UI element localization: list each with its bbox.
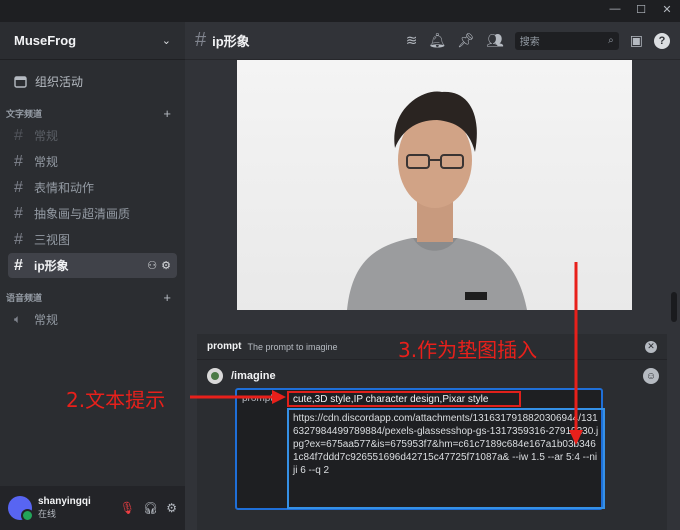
slash-command-panel: prompt The prompt to imagine ✕ /imagine … xyxy=(197,334,667,530)
channel-title: ip形象 xyxy=(212,34,250,49)
search-input[interactable]: 搜索 ⌕ xyxy=(514,31,619,50)
search-placeholder: 搜索 xyxy=(519,37,540,48)
user-panel: shanyingqi 在线 🎙︎ 🎧︎ ⚙ xyxy=(0,486,185,530)
channel-label: 常规 xyxy=(34,313,59,327)
channel-item[interactable]: # 常规 xyxy=(8,149,177,174)
category-label: 文字频道 xyxy=(6,108,43,119)
uploaded-photo[interactable] xyxy=(237,60,632,310)
mic-muted-icon[interactable]: 🎙︎ xyxy=(120,501,135,515)
maximize-button[interactable]: ☐ xyxy=(634,3,648,16)
headphones-icon[interactable]: 🎧︎ xyxy=(143,501,158,515)
events-label: 组织活动 xyxy=(35,74,84,89)
discord-window: — ☐ ✕ MuseFrog ⌄ 组织活动 文字频道 + # 常规 # 常规 # 表情… xyxy=(0,0,680,530)
channel-item[interactable]: # 三视图 xyxy=(8,227,177,252)
user-status: 在线 xyxy=(38,509,57,519)
hash-icon: # xyxy=(14,230,23,248)
minimize-button[interactable]: — xyxy=(608,3,622,16)
channel-label: 三视图 xyxy=(34,233,71,247)
category-label: 语音频道 xyxy=(6,292,43,303)
channel-label: ip形象 xyxy=(34,259,69,273)
hash-icon: # xyxy=(195,29,207,51)
channel-label: 抽象画与超清画质 xyxy=(34,207,131,221)
title-bar: — ☐ ✕ xyxy=(0,0,680,22)
calendar-icon xyxy=(14,75,27,88)
search-icon: ⌕ xyxy=(608,35,614,46)
close-icon[interactable]: ✕ xyxy=(645,340,657,353)
hash-icon: # xyxy=(14,256,23,274)
username: shanyingqi xyxy=(38,496,91,507)
inbox-icon[interactable]: ▣ xyxy=(630,32,643,49)
command-input[interactable]: prompt cute,3D style,IP character design… xyxy=(235,388,605,510)
close-button[interactable]: ✕ xyxy=(660,3,674,16)
voice-channel-category[interactable]: 语音频道 + xyxy=(0,288,185,306)
add-channel-icon[interactable]: + xyxy=(163,290,171,305)
channel-item[interactable]: # 表情和动作 xyxy=(8,175,177,200)
photo-illustration xyxy=(347,91,527,310)
channel-item[interactable]: # 抽象画与超清画质 xyxy=(8,201,177,226)
command-name: /imagine xyxy=(231,370,276,382)
emoji-icon[interactable]: ☺ xyxy=(643,368,659,384)
text-channel-category[interactable]: 文字频道 + xyxy=(0,104,185,122)
channel-label: 常规 xyxy=(34,129,59,143)
hash-icon: # xyxy=(14,152,23,170)
gear-icon[interactable]: ⚙ xyxy=(161,259,171,272)
text-hint-annotation: 2.文本提示 xyxy=(66,388,166,412)
threads-icon[interactable]: ≋ xyxy=(406,32,418,49)
option-description: The prompt to imagine xyxy=(247,341,338,352)
main-panel: # ip形象 ≋ 🔔︎ 📌︎ 👥︎ 搜索 ⌕ ▣ ? prompt The pr… xyxy=(185,22,680,530)
speaker-icon: 🔈︎ xyxy=(14,312,22,326)
channel-label: 表情和动作 xyxy=(34,181,95,195)
channel-sidebar: MuseFrog ⌄ 组织活动 文字频道 + # 常规 # 常规 # 表情和动作 # 抽… xyxy=(0,22,185,530)
hash-icon: # xyxy=(14,126,23,144)
image-hint-annotation: 3.作为垫图插入 xyxy=(398,338,538,362)
scrollbar[interactable] xyxy=(671,292,677,322)
chevron-down-icon[interactable]: ⌄ xyxy=(162,34,171,47)
hash-icon: # xyxy=(14,178,23,196)
help-icon[interactable]: ? xyxy=(654,32,670,49)
channel-label: 常规 xyxy=(34,155,59,169)
gear-icon[interactable]: ⚙ xyxy=(166,501,177,515)
channel-header: # ip形象 ≋ 🔔︎ 📌︎ 👥︎ 搜索 ⌕ ▣ ? xyxy=(185,22,680,60)
server-header[interactable]: MuseFrog ⌄ xyxy=(0,22,185,60)
bell-icon[interactable]: 🔔︎ xyxy=(428,32,446,49)
avatar[interactable] xyxy=(8,496,34,522)
add-channel-icon[interactable]: + xyxy=(163,106,171,121)
channel-item-active[interactable]: # ip形象 ⚇ ⚙ xyxy=(8,253,177,278)
voice-channel-item[interactable]: 🔈︎ 常规 xyxy=(8,307,177,332)
invite-icon[interactable]: ⚇ xyxy=(147,259,157,272)
image-prompt-value[interactable]: https://cdn.discordapp.com/attachments/1… xyxy=(287,408,605,509)
channel-item[interactable]: # 常规 xyxy=(8,123,177,148)
option-label: prompt xyxy=(242,393,274,404)
server-name: MuseFrog xyxy=(14,33,77,48)
option-name: prompt xyxy=(207,341,242,352)
text-prompt-value[interactable]: cute,3D style,IP character design,Pixar … xyxy=(287,391,521,407)
bot-avatar xyxy=(207,368,223,384)
members-icon[interactable]: 👥︎ xyxy=(486,32,504,49)
pin-icon[interactable]: 📌︎ xyxy=(457,32,475,49)
hash-icon: # xyxy=(14,204,23,222)
events-item[interactable]: 组织活动 xyxy=(0,68,185,94)
